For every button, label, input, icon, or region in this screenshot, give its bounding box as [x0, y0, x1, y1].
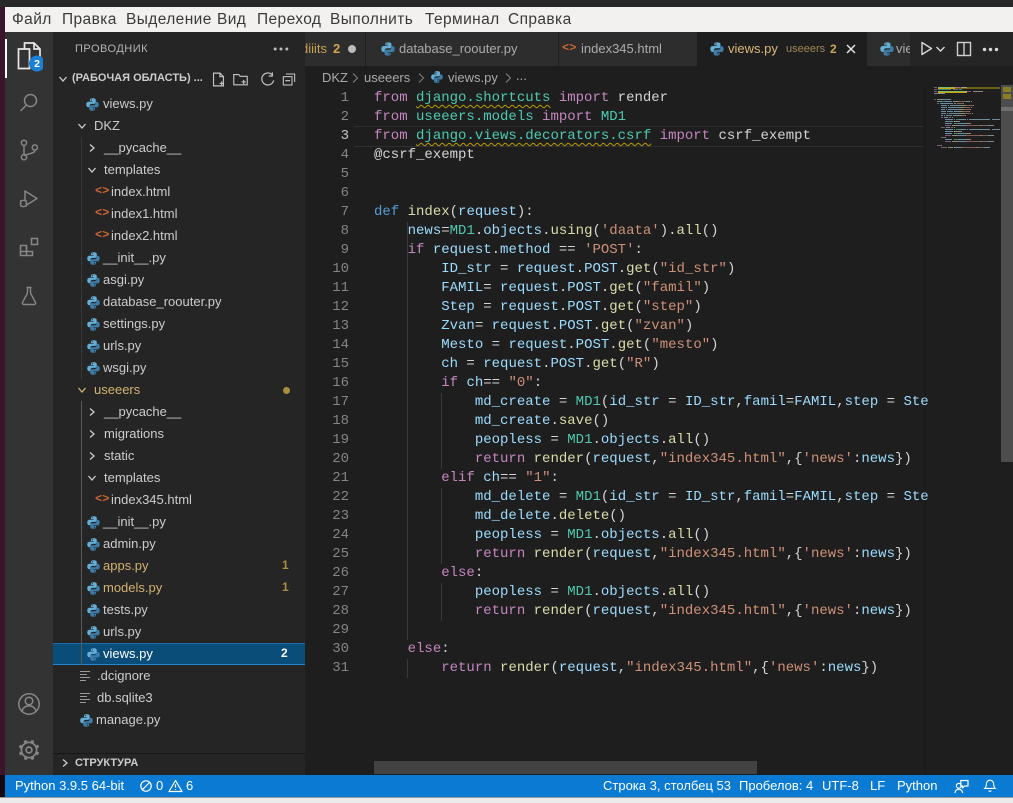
svg-text:2: 2 [34, 58, 40, 70]
